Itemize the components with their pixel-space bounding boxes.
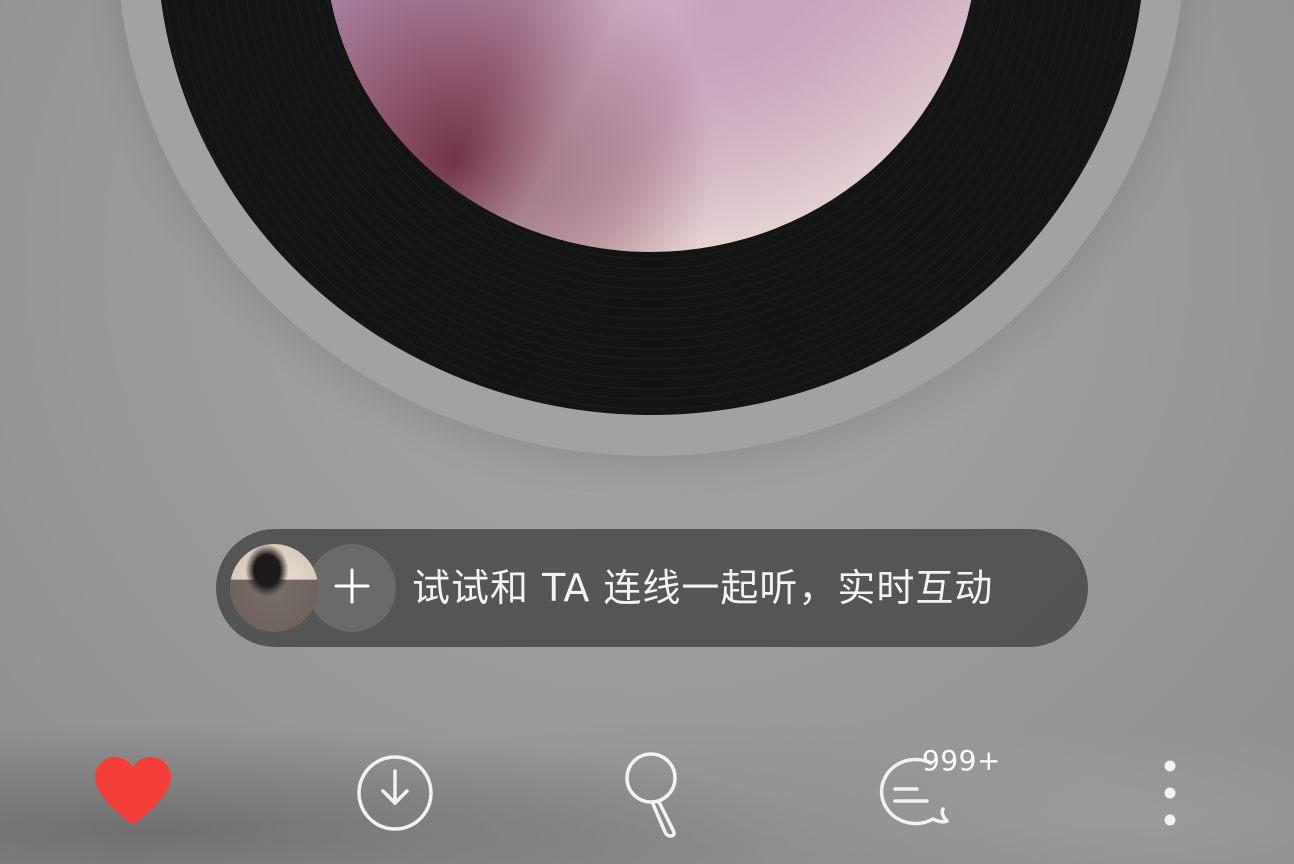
album-cover[interactable] <box>325 0 977 252</box>
plus-icon <box>332 566 372 610</box>
more-vertical-icon <box>1160 758 1180 832</box>
action-toolbar: 999+ <box>0 740 1294 850</box>
listen-together-prompt: 试试和 TA 连线一起听，实时互动 <box>412 566 994 610</box>
download-icon <box>355 753 435 837</box>
karaoke-button[interactable] <box>615 748 695 844</box>
invite-button[interactable] <box>308 544 396 632</box>
like-button[interactable] <box>90 750 176 836</box>
comment-count-badge: 999+ <box>922 744 1001 777</box>
listen-together-pill[interactable]: 试试和 TA 连线一起听，实时互动 <box>216 529 1088 647</box>
more-options-button[interactable] <box>1150 754 1190 836</box>
avatar[interactable] <box>230 544 318 632</box>
music-player-screen: 试试和 TA 连线一起听，实时互动 999+ <box>0 0 1294 864</box>
download-button[interactable] <box>350 750 440 840</box>
heart-icon <box>93 755 173 831</box>
karaoke-mic-icon <box>623 750 687 842</box>
